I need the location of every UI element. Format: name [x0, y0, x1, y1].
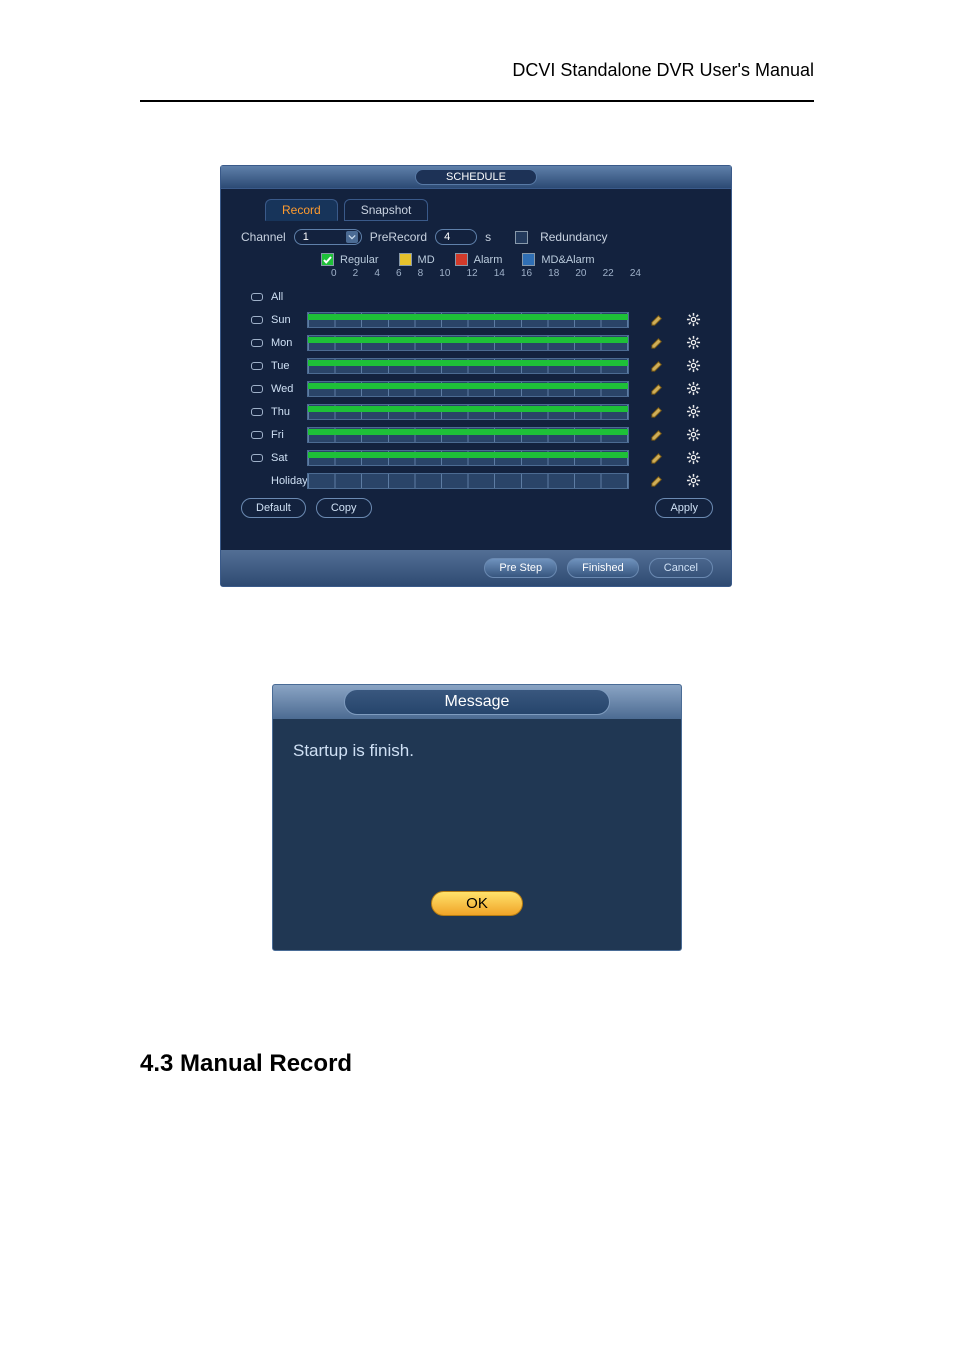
legend-alarm: Alarm	[455, 253, 503, 266]
day-label: Holiday	[271, 475, 311, 487]
timeline[interactable]	[307, 381, 629, 397]
day-row-mon: Mon	[251, 331, 713, 354]
day-row-all: All	[251, 285, 713, 308]
wizard-footer: Pre Step Finished Cancel	[221, 550, 731, 586]
message-dialog: Message Startup is finish. OK	[272, 684, 682, 951]
gear-icon[interactable]	[685, 450, 701, 466]
edit-icon[interactable]	[649, 335, 665, 351]
edit-icon[interactable]	[649, 427, 665, 443]
day-row-sun: Sun	[251, 308, 713, 331]
day-row-thu: Thu	[251, 400, 713, 423]
link-icon[interactable]	[251, 385, 263, 393]
chevron-down-icon	[346, 231, 358, 243]
checkbox-mdalarm[interactable]	[522, 253, 535, 266]
header-rule	[140, 100, 814, 102]
channel-select[interactable]: 1	[294, 229, 362, 245]
edit-icon[interactable]	[649, 473, 665, 489]
schedule-grid: All Sun Mon Tue	[251, 285, 713, 492]
day-label: Tue	[271, 360, 299, 372]
link-icon[interactable]	[251, 339, 263, 347]
channel-label: Channel	[241, 230, 286, 244]
edit-icon[interactable]	[649, 450, 665, 466]
gear-icon[interactable]	[685, 358, 701, 374]
schedule-title: SCHEDULE	[415, 169, 537, 185]
timeline[interactable]	[307, 312, 629, 328]
apply-button[interactable]: Apply	[655, 498, 713, 518]
legend-md: MD	[399, 253, 435, 266]
gear-icon[interactable]	[685, 427, 701, 443]
prerecord-unit: s	[485, 230, 491, 244]
timeline[interactable]	[307, 358, 629, 374]
day-label: All	[271, 291, 299, 303]
timeline[interactable]	[307, 450, 629, 466]
link-icon[interactable]	[251, 431, 263, 439]
edit-icon[interactable]	[649, 404, 665, 420]
schedule-titlebar: SCHEDULE	[221, 166, 731, 189]
gear-icon[interactable]	[685, 335, 701, 351]
edit-icon[interactable]	[649, 358, 665, 374]
copy-button[interactable]: Copy	[316, 498, 372, 518]
channel-value: 1	[303, 231, 309, 243]
ok-button[interactable]: OK	[431, 891, 523, 916]
day-label: Sun	[271, 314, 299, 326]
schedule-window: SCHEDULE Record Snapshot Channel 1 PreRe…	[220, 165, 732, 587]
legend-mdalarm: MD&Alarm	[522, 253, 594, 266]
checkbox-md[interactable]	[399, 253, 412, 266]
finished-button[interactable]: Finished	[567, 558, 639, 578]
edit-icon[interactable]	[649, 381, 665, 397]
message-titlebar: Message	[273, 685, 681, 719]
link-icon[interactable]	[251, 293, 263, 301]
timeline[interactable]	[307, 473, 629, 489]
message-body: Startup is finish.	[273, 719, 681, 891]
gear-icon[interactable]	[685, 381, 701, 397]
doc-header: DCVI Standalone DVR User's Manual	[512, 60, 814, 81]
section-heading: 4.3 Manual Record	[140, 1050, 352, 1078]
day-label: Fri	[271, 429, 299, 441]
link-icon[interactable]	[251, 316, 263, 324]
day-row-holiday: Holiday	[251, 469, 713, 492]
day-label: Sat	[271, 452, 299, 464]
prestep-button[interactable]: Pre Step	[484, 558, 557, 578]
gear-icon[interactable]	[685, 473, 701, 489]
checkbox-alarm[interactable]	[455, 253, 468, 266]
timeline[interactable]	[307, 427, 629, 443]
prerecord-input[interactable]: 4	[435, 229, 477, 245]
timeline[interactable]	[307, 404, 629, 420]
day-label: Mon	[271, 337, 299, 349]
gear-icon[interactable]	[685, 404, 701, 420]
link-icon[interactable]	[251, 362, 263, 370]
timeline[interactable]	[307, 335, 629, 351]
cancel-button[interactable]: Cancel	[649, 558, 713, 578]
message-title: Message	[344, 689, 611, 715]
prerecord-label: PreRecord	[370, 230, 427, 244]
redundancy-label: Redundancy	[540, 230, 607, 244]
day-label: Thu	[271, 406, 299, 418]
tab-record[interactable]: Record	[265, 199, 338, 221]
gear-icon[interactable]	[685, 312, 701, 328]
timeline-ticks: 024681012141618202224	[331, 268, 641, 279]
day-row-fri: Fri	[251, 423, 713, 446]
checkbox-regular[interactable]	[321, 253, 334, 266]
day-row-wed: Wed	[251, 377, 713, 400]
prerecord-value: 4	[444, 231, 450, 243]
default-button[interactable]: Default	[241, 498, 306, 518]
day-label: Wed	[271, 383, 299, 395]
edit-icon[interactable]	[649, 312, 665, 328]
link-icon[interactable]	[251, 408, 263, 416]
redundancy-checkbox[interactable]	[515, 231, 528, 244]
day-row-tue: Tue	[251, 354, 713, 377]
link-icon[interactable]	[251, 454, 263, 462]
day-row-sat: Sat	[251, 446, 713, 469]
legend-regular: Regular	[321, 253, 379, 266]
tab-snapshot[interactable]: Snapshot	[344, 199, 429, 221]
